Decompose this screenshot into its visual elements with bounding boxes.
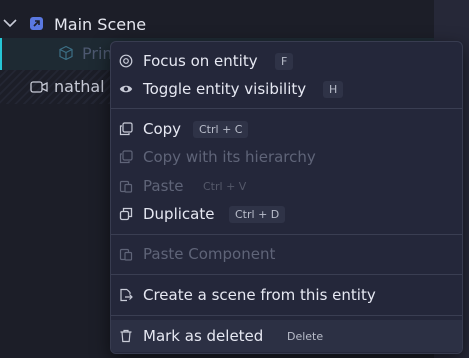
target-icon (119, 54, 133, 68)
cube-icon (59, 45, 73, 61)
menu-item-label: Toggle entity visibility (143, 80, 307, 98)
menu-item-label: Duplicate (143, 205, 215, 223)
chevron-down-icon[interactable] (2, 15, 18, 31)
shortcut-badge: Ctrl + C (193, 121, 249, 138)
menu-item-mark-deleted[interactable]: Mark as deleted Delete (111, 320, 462, 352)
menu-item-paste-component[interactable]: Paste Component (111, 240, 462, 268)
duplicate-icon (119, 207, 133, 221)
menu-item-focus-entity[interactable]: Focus on entity F (111, 47, 462, 75)
paste-icon (119, 248, 133, 261)
menu-separator (111, 234, 462, 235)
menu-item-create-scene[interactable]: Create a scene from this entity (111, 281, 462, 309)
menu-separator (111, 108, 462, 109)
shortcut-badge: Delete (287, 330, 324, 343)
menu-item-paste[interactable]: Paste Ctrl + V (111, 172, 462, 200)
camera-icon (30, 81, 48, 93)
menu-item-copy-hierarchy[interactable]: Copy with its hierarchy (111, 143, 462, 171)
tree-label-main-scene: Main Scene (54, 15, 147, 34)
menu-separator (111, 274, 462, 275)
menu-item-toggle-visibility[interactable]: Toggle entity visibility H (111, 75, 462, 103)
menu-item-label: Focus on entity (143, 52, 258, 70)
menu-item-duplicate[interactable]: Duplicate Ctrl + D (111, 200, 462, 228)
menu-separator (111, 315, 462, 316)
menu-item-label: Paste (143, 177, 184, 195)
tree-label-nathal: nathal (54, 77, 105, 96)
menu-item-label: Copy (143, 120, 182, 138)
eye-icon (119, 85, 133, 93)
trash-icon (120, 329, 132, 343)
menu-item-label: Copy with its hierarchy (143, 148, 316, 166)
export-icon (120, 288, 133, 302)
shortcut-badge: Ctrl + D (229, 206, 286, 223)
shortcut-badge: Ctrl + V (203, 180, 247, 193)
tree-row-main-scene[interactable]: Main Scene (0, 4, 434, 38)
menu-item-label: Paste Component (143, 245, 276, 263)
menu-item-label: Mark as deleted (143, 327, 264, 345)
scene-icon (30, 17, 43, 30)
paste-icon (119, 180, 133, 193)
shortcut-badge: H (323, 81, 344, 98)
shortcut-badge: F (275, 53, 294, 70)
copy-icon (119, 122, 133, 136)
menu-item-label: Create a scene from this entity (143, 286, 376, 304)
copy-icon (119, 150, 133, 164)
context-menu: Focus on entity F Toggle entity visibili… (110, 41, 463, 354)
menu-item-copy[interactable]: Copy Ctrl + C (111, 115, 462, 143)
